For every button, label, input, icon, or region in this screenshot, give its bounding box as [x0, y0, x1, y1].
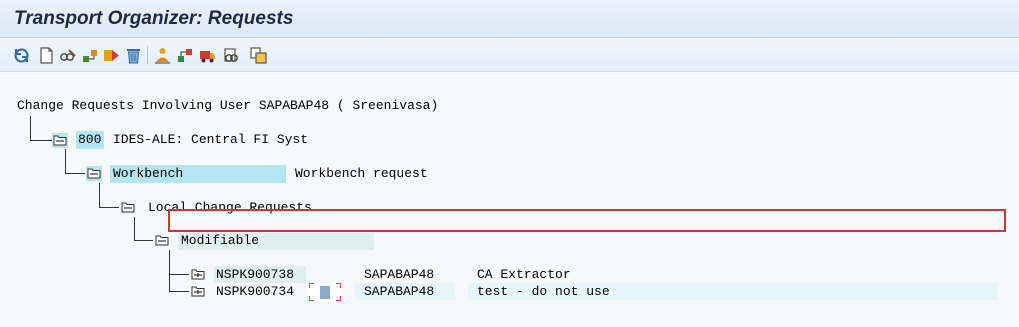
request-folder-icon[interactable] [191, 268, 205, 280]
workbench-description: Workbench request [295, 166, 428, 181]
workbench-label[interactable]: Workbench [113, 166, 183, 182]
folder-icon[interactable] [155, 234, 169, 246]
tree-connector [65, 149, 66, 174]
client-number[interactable]: 800 [78, 132, 101, 148]
title-bar: Transport Organizer: Requests [0, 0, 1019, 38]
folder-icon[interactable] [53, 134, 67, 146]
delete-icon[interactable] [124, 45, 142, 65]
window-title: Transport Organizer: Requests [14, 8, 294, 29]
display-change-icon[interactable] [58, 45, 76, 65]
add-user-icon[interactable] [153, 45, 171, 65]
tree-connector [169, 291, 189, 292]
tree-connector [30, 140, 52, 141]
selected-request-row[interactable] [168, 209, 1006, 232]
tree-connector [65, 173, 85, 174]
tree-connector [99, 183, 100, 208]
release-icon[interactable] [81, 45, 99, 65]
request-owner: SAPABAP48 [364, 267, 435, 282]
display-object-icon[interactable] [222, 45, 240, 65]
client-description: IDES-ALE: Central FI Syst [113, 132, 309, 147]
transport-request-icon[interactable] [102, 45, 120, 65]
tree-connector [169, 250, 170, 292]
create-icon[interactable] [37, 45, 55, 65]
text-cursor [320, 286, 330, 299]
folder-icon[interactable] [87, 167, 101, 179]
toolbar-separator [147, 46, 148, 64]
request-owner: SAPABAP48 [364, 284, 435, 299]
tree-header: Change Requests Involving User SAPABAP48… [17, 98, 439, 113]
modifiable-label[interactable]: Modifiable [181, 233, 259, 249]
application-toolbar [0, 38, 1019, 72]
tree-connector [134, 217, 135, 241]
refresh-icon[interactable] [12, 45, 30, 65]
request-input-field[interactable] [309, 283, 341, 301]
copy-icon[interactable] [249, 45, 267, 65]
request-folder-icon[interactable] [191, 285, 205, 297]
request-id[interactable]: NSPK900734 [216, 284, 294, 300]
assign-icon[interactable] [176, 45, 194, 65]
tree-connector [169, 274, 189, 275]
folder-icon[interactable] [121, 201, 135, 213]
tree-connector [134, 240, 153, 241]
request-text: test - do not use [477, 284, 610, 299]
truck-icon[interactable] [198, 45, 216, 65]
tree-connector [30, 116, 31, 141]
request-text: CA Extractor [477, 267, 571, 282]
request-id[interactable]: NSPK900738 [216, 267, 294, 283]
tree-connector [99, 207, 119, 208]
